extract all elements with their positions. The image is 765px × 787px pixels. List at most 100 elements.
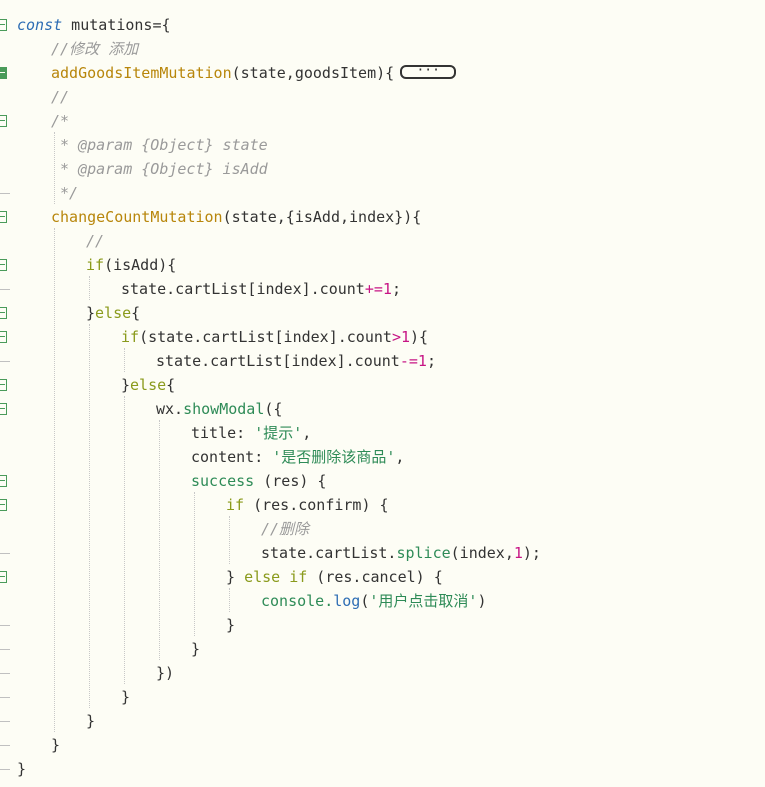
method-name: showModal xyxy=(183,400,265,418)
code-text: (res.cancel) { xyxy=(307,568,443,586)
code-text: } xyxy=(86,304,96,322)
function-name: changeCountMutation xyxy=(51,208,223,226)
code-line[interactable]: // xyxy=(51,85,69,109)
code-text: { xyxy=(131,304,141,322)
code-line[interactable]: }) xyxy=(156,661,174,685)
code-line[interactable]: * @param {Object} isAdd xyxy=(60,157,268,181)
fold-toggle-icon[interactable] xyxy=(0,211,7,223)
code-line[interactable]: */ xyxy=(60,181,78,205)
keyword: else xyxy=(95,304,132,322)
code-text: ; xyxy=(391,280,401,298)
indent-guide xyxy=(229,588,230,612)
fold-end-marker xyxy=(0,769,10,770)
comment: // xyxy=(86,232,105,250)
comment: /* xyxy=(51,112,70,130)
string-literal: '提示' xyxy=(254,424,303,442)
code-line[interactable]: * @param {Object} state xyxy=(60,133,268,157)
indent-guide xyxy=(194,492,195,636)
keyword: const xyxy=(17,16,63,34)
comment: */ xyxy=(60,184,79,202)
code-text: (state,{isAdd,index}){ xyxy=(222,208,422,226)
fold-end-marker xyxy=(0,649,10,650)
number: 1 xyxy=(400,328,410,346)
number: 1 xyxy=(513,544,523,562)
code-line[interactable]: } xyxy=(121,685,130,709)
code-line[interactable]: }else{ xyxy=(121,373,175,397)
code-line[interactable]: if(isAdd){ xyxy=(86,253,176,277)
code-text: state.cartList[index].count xyxy=(156,352,400,370)
code-text: ; xyxy=(426,352,436,370)
code-text: ); xyxy=(522,544,541,562)
code-text: } xyxy=(226,616,236,634)
code-line[interactable]: } xyxy=(51,733,60,757)
code-text: (res) { xyxy=(254,472,327,490)
code-text: } xyxy=(86,712,96,730)
fold-end-marker xyxy=(0,745,10,746)
fold-toggle-icon[interactable] xyxy=(0,19,7,31)
indent-guide xyxy=(89,276,90,300)
code-line[interactable]: success (res) { xyxy=(191,469,326,493)
fold-toggle-icon[interactable] xyxy=(0,379,7,391)
code-line[interactable]: state.cartList[index].count-=1; xyxy=(156,349,436,373)
fold-end-marker xyxy=(0,673,10,674)
code-text: }) xyxy=(156,664,175,682)
code-line[interactable]: state.cartList[index].count+=1; xyxy=(121,277,401,301)
code-text: { xyxy=(166,376,176,394)
collapsed-block-button[interactable]: ··· xyxy=(400,64,457,79)
fold-end-marker xyxy=(0,361,10,362)
code-line[interactable]: } xyxy=(17,757,26,781)
code-line[interactable]: /* xyxy=(51,109,69,133)
code-line[interactable]: const mutations={ xyxy=(17,13,171,37)
fold-toggle-icon[interactable] xyxy=(0,403,7,415)
indent-guide xyxy=(124,396,125,684)
code-line[interactable]: } xyxy=(226,613,235,637)
method-name: success xyxy=(191,472,255,490)
code-line[interactable]: state.cartList.splice(index,1); xyxy=(261,541,541,565)
fold-toggle-icon[interactable] xyxy=(0,259,7,271)
keyword: if xyxy=(121,328,140,346)
code-text: , xyxy=(395,448,405,466)
fold-end-marker xyxy=(0,553,10,554)
method-name: splice xyxy=(396,544,451,562)
code-text: } xyxy=(191,640,201,658)
code-line[interactable]: addGoodsItemMutation(state,goodsItem){··… xyxy=(51,61,457,85)
code-line[interactable]: // xyxy=(86,229,104,253)
fold-toggle-icon[interactable] xyxy=(0,571,7,583)
code-text: } xyxy=(121,688,131,706)
fold-toggle-icon[interactable] xyxy=(0,499,7,511)
code-line[interactable]: title: '提示', xyxy=(191,421,311,445)
code-line[interactable]: if (res.confirm) { xyxy=(226,493,389,517)
code-editor[interactable]: const mutations={ //修改 添加 addGoodsItemMu… xyxy=(0,0,765,787)
fold-toggle-icon[interactable] xyxy=(0,307,7,319)
code-text: (res.confirm) { xyxy=(244,496,389,514)
code-line[interactable]: console.log('用户点击取消') xyxy=(261,589,486,613)
code-line[interactable]: //删除 xyxy=(261,517,309,541)
code-line[interactable]: wx.showModal({ xyxy=(156,397,282,421)
fold-toggle-icon[interactable] xyxy=(0,331,7,343)
comment: //删除 xyxy=(261,520,310,538)
indent-guide xyxy=(229,516,230,564)
code-line[interactable]: }else{ xyxy=(86,301,140,325)
code-line[interactable]: changeCountMutation(state,{isAdd,index})… xyxy=(51,205,421,229)
code-line[interactable]: content: '是否删除该商品', xyxy=(191,445,404,469)
code-text: content: xyxy=(191,448,273,466)
code-text: } xyxy=(51,736,61,754)
fold-end-marker xyxy=(0,289,10,290)
code-text: (state.cartList[index].count xyxy=(139,328,392,346)
code-line[interactable]: } xyxy=(86,709,95,733)
indent-guide xyxy=(124,348,125,372)
code-text: (isAdd){ xyxy=(104,256,177,274)
code-text: state.cartList[index].count xyxy=(121,280,365,298)
code-line[interactable]: if(state.cartList[index].count>1){ xyxy=(121,325,428,349)
code-line[interactable]: } else if (res.cancel) { xyxy=(226,565,443,589)
comment: * @param {Object} state xyxy=(60,136,268,154)
indent-guide xyxy=(54,228,55,732)
method-name: log xyxy=(333,592,361,610)
fold-toggle-icon[interactable] xyxy=(0,475,7,487)
code-line[interactable]: } xyxy=(191,637,200,661)
fold-toggle-icon[interactable] xyxy=(0,115,7,127)
operator: += xyxy=(364,280,383,298)
fold-end-marker xyxy=(0,625,10,626)
code-line[interactable]: //修改 添加 xyxy=(51,37,138,61)
fold-toggle-icon[interactable] xyxy=(0,67,7,79)
